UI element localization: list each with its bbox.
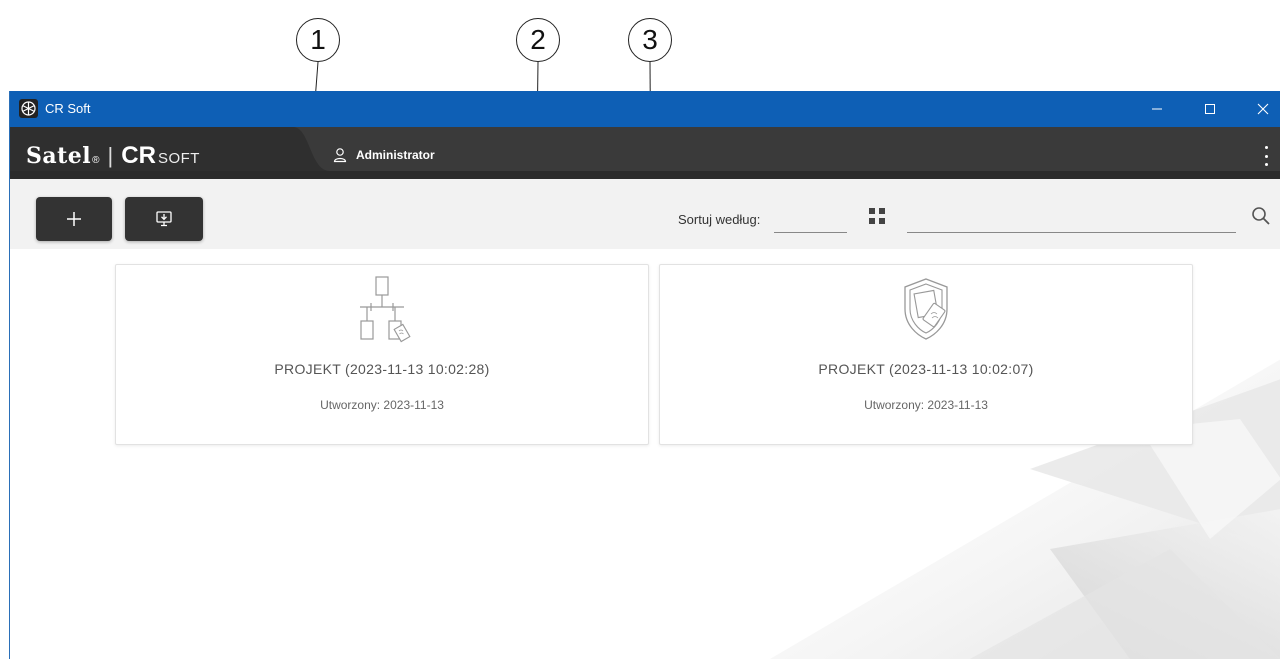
brand-satel: Satel bbox=[26, 143, 92, 169]
more-options-icon[interactable] bbox=[1260, 146, 1272, 166]
brand-separator: | bbox=[107, 143, 114, 168]
search-input[interactable] bbox=[907, 232, 1236, 233]
close-icon bbox=[1257, 103, 1269, 115]
maximize-icon bbox=[1205, 104, 1215, 114]
user-icon bbox=[333, 148, 347, 163]
close-button[interactable] bbox=[1248, 97, 1278, 121]
brand-logo: Satel ® | CR SOFT bbox=[26, 142, 200, 170]
add-project-button[interactable] bbox=[36, 197, 112, 241]
maximize-button[interactable] bbox=[1195, 97, 1225, 121]
callout-2: 2 bbox=[516, 18, 560, 62]
project-name: PROJEKT (2023-11-13 10:02:07) bbox=[818, 361, 1034, 377]
window-title: CR Soft bbox=[45, 101, 91, 116]
project-list: PROJEKT (2023-11-13 10:02:28) Utworzony:… bbox=[10, 249, 1280, 659]
project-created-date: Utworzony: 2023-11-13 bbox=[864, 398, 988, 412]
screenshot-stage: 1 2 3 CR Soft Satel ® | CR SOFT Administ… bbox=[0, 0, 1280, 659]
toolbar: Sortuj według: bbox=[10, 179, 1280, 249]
project-name: PROJEKT (2023-11-13 10:02:28) bbox=[274, 361, 490, 377]
brand-product-main: CR bbox=[121, 142, 156, 169]
brand-product-sub: SOFT bbox=[157, 150, 200, 167]
plus-icon bbox=[67, 212, 81, 226]
sort-label: Sortuj według: bbox=[678, 212, 761, 227]
network-topology-icon bbox=[360, 276, 411, 343]
brand-registered: ® bbox=[92, 155, 100, 166]
user-name: Administrator bbox=[356, 148, 435, 162]
grid-view-icon[interactable] bbox=[869, 208, 885, 224]
search-icon[interactable] bbox=[1250, 205, 1272, 227]
callout-1: 1 bbox=[296, 18, 340, 62]
monitor-download-icon bbox=[156, 211, 172, 227]
app-header-tab-shape bbox=[10, 127, 1280, 179]
current-user[interactable]: Administrator bbox=[332, 147, 435, 163]
shield-card-icon bbox=[904, 278, 948, 340]
app-logo-icon bbox=[19, 99, 38, 118]
project-created-date: Utworzony: 2023-11-13 bbox=[320, 398, 444, 412]
import-project-button[interactable] bbox=[125, 197, 203, 241]
minimize-button[interactable] bbox=[1142, 97, 1172, 121]
project-card[interactable]: PROJEKT (2023-11-13 10:02:28) Utworzony:… bbox=[115, 264, 649, 445]
project-card[interactable]: PROJEKT (2023-11-13 10:02:07) Utworzony:… bbox=[659, 264, 1193, 445]
app-window: CR Soft Satel ® | CR SOFT Administrator … bbox=[9, 91, 1280, 659]
sort-select[interactable] bbox=[774, 232, 847, 233]
window-titlebar[interactable]: CR Soft bbox=[10, 91, 1280, 127]
minimize-icon bbox=[1152, 108, 1162, 110]
callout-3: 3 bbox=[628, 18, 672, 62]
